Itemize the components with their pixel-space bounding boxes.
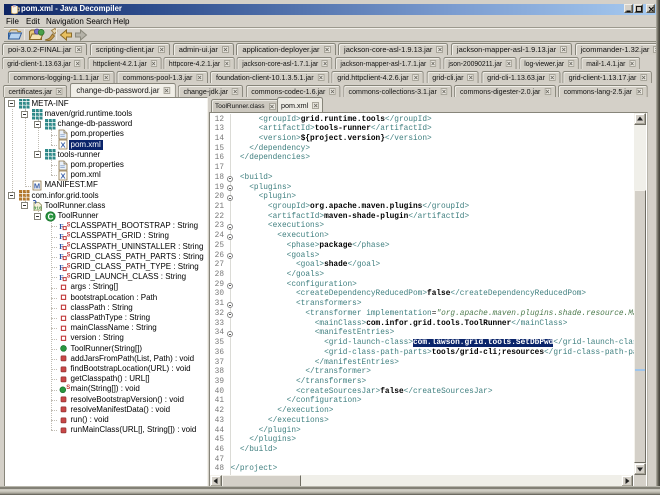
svg-text:X: X <box>60 171 65 180</box>
svg-text:S: S <box>66 385 70 391</box>
svg-text:S: S <box>66 222 69 228</box>
svg-text:S: S <box>66 273 69 279</box>
svg-text:S: S <box>66 263 69 269</box>
svg-text:M: M <box>33 182 39 191</box>
svg-text:S: S <box>66 232 69 238</box>
svg-text:S: S <box>66 243 69 249</box>
svg-text:C: C <box>47 212 53 221</box>
svg-text:S: S <box>66 253 69 259</box>
svg-text:X: X <box>60 141 65 150</box>
